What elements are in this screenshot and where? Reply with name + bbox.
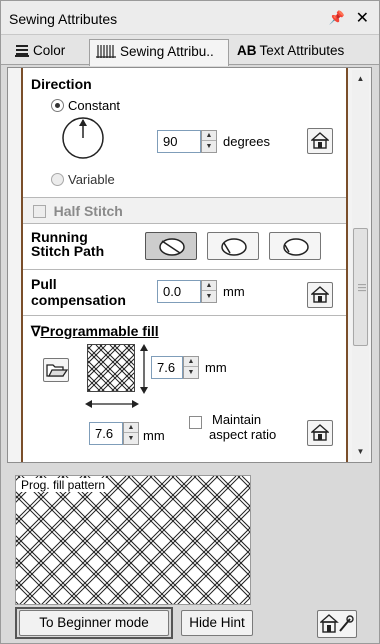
direction-constant-option[interactable]: Constant bbox=[51, 98, 120, 113]
half-stitch-label: Half Stitch bbox=[53, 203, 123, 219]
running-label-line2: Stitch Path bbox=[31, 243, 105, 259]
half-stitch-option[interactable]: Half Stitch bbox=[33, 203, 123, 219]
pull-compensation-default-button[interactable] bbox=[307, 282, 333, 308]
height-dimension-arrow-icon bbox=[138, 344, 150, 394]
path-option-1-button[interactable] bbox=[145, 232, 197, 260]
path-shape-3-icon bbox=[283, 238, 309, 256]
pin-icon[interactable]: 📌 bbox=[329, 10, 345, 26]
pull-compensation-input[interactable]: 0.0 bbox=[157, 280, 201, 303]
scroll-up-icon[interactable]: ▲ bbox=[352, 70, 369, 87]
fill-height-spinner[interactable]: ▲ ▼ bbox=[183, 356, 199, 379]
tab-bar: Color Sewing Attribu.. AB Text Attributes bbox=[1, 35, 379, 66]
maintain-aspect-label: Maintain aspect ratio bbox=[209, 412, 276, 442]
pull-label-line2: compensation bbox=[31, 292, 126, 308]
home-icon bbox=[311, 132, 329, 149]
fill-height-unit: mm bbox=[205, 360, 227, 375]
color-palette-icon bbox=[15, 44, 29, 60]
tab-sewing-attributes-label: Sewing Attribu.. bbox=[120, 44, 214, 59]
spin-down-icon[interactable]: ▼ bbox=[202, 292, 216, 302]
pull-label-line1: Pull bbox=[31, 276, 57, 292]
spin-up-icon[interactable]: ▲ bbox=[202, 281, 216, 291]
home-settings-button[interactable] bbox=[317, 610, 357, 638]
to-beginner-mode-button[interactable]: To Beginner mode bbox=[19, 610, 169, 636]
fill-size-default-button[interactable] bbox=[307, 420, 333, 446]
constant-radio[interactable] bbox=[51, 99, 64, 112]
variable-radio[interactable] bbox=[51, 173, 64, 186]
pull-compensation-unit: mm bbox=[223, 284, 245, 299]
tab-color[interactable]: Color bbox=[9, 39, 89, 65]
path-shape-2-icon bbox=[221, 238, 247, 256]
attributes-scroll-area[interactable]: Direction Constant 90 ▲ ▼ degrees Variab… bbox=[7, 67, 372, 463]
spin-up-icon[interactable]: ▲ bbox=[202, 131, 216, 141]
sewing-pattern-icon bbox=[96, 45, 116, 61]
panel-titlebar: Sewing Attributes 📌 ✕ bbox=[1, 1, 379, 35]
programmable-fill-section: ∇Programmable fill 7.6 ▲ ▼ mm 7.6 ▲ ▼ mm… bbox=[23, 316, 346, 456]
open-pattern-button[interactable] bbox=[43, 358, 69, 382]
maintain-label-line2: aspect ratio bbox=[209, 427, 277, 442]
fill-width-unit: mm bbox=[143, 428, 165, 443]
panel-title: Sewing Attributes bbox=[9, 11, 118, 27]
maintain-aspect-checkbox[interactable] bbox=[189, 416, 202, 429]
direction-angle-spinner[interactable]: ▲ ▼ bbox=[201, 130, 217, 153]
folder-open-icon bbox=[46, 364, 68, 377]
programmable-fill-heading[interactable]: ∇Programmable fill bbox=[31, 323, 159, 340]
home-icon bbox=[311, 286, 329, 303]
half-stitch-section: Half Stitch bbox=[23, 198, 346, 224]
vertical-scrollbar[interactable]: ▲ — — — ▼ bbox=[352, 70, 369, 460]
attributes-list: Direction Constant 90 ▲ ▼ degrees Variab… bbox=[21, 68, 348, 462]
direction-heading: Direction bbox=[31, 76, 92, 92]
grip-icon: — — — bbox=[358, 280, 366, 295]
variable-label: Variable bbox=[68, 172, 115, 187]
path-option-3-button[interactable] bbox=[269, 232, 321, 260]
half-stitch-checkbox[interactable] bbox=[33, 205, 46, 218]
path-option-2-button[interactable] bbox=[207, 232, 259, 260]
fill-height-input[interactable]: 7.6 bbox=[151, 356, 183, 379]
pull-compensation-section: Pull compensation 0.0 ▲ ▼ mm bbox=[23, 270, 346, 316]
scroll-thumb[interactable]: — — — bbox=[353, 228, 368, 346]
running-stitch-path-section: Running Stitch Path bbox=[23, 224, 346, 270]
pull-compensation-label: Pull compensation bbox=[31, 276, 126, 308]
fill-pattern-thumbnail bbox=[87, 344, 135, 392]
home-settings-icon bbox=[320, 614, 354, 633]
direction-unit: degrees bbox=[223, 134, 270, 149]
direction-dial[interactable] bbox=[61, 116, 105, 160]
home-icon bbox=[311, 424, 329, 441]
spin-down-icon[interactable]: ▼ bbox=[184, 368, 198, 378]
direction-default-button[interactable] bbox=[307, 128, 333, 154]
tab-color-label: Color bbox=[33, 43, 66, 58]
pull-compensation-spinner[interactable]: ▲ ▼ bbox=[201, 280, 217, 303]
maintain-label-line1: Maintain bbox=[212, 412, 262, 427]
sewing-attributes-panel: Sewing Attributes 📌 ✕ Color Sewing Attri… bbox=[0, 0, 380, 644]
spin-up-icon[interactable]: ▲ bbox=[124, 423, 138, 433]
spin-up-icon[interactable]: ▲ bbox=[184, 357, 198, 367]
spin-down-icon[interactable]: ▼ bbox=[202, 142, 216, 152]
scroll-down-icon[interactable]: ▼ bbox=[352, 443, 369, 460]
fill-width-input[interactable]: 7.6 bbox=[89, 422, 123, 445]
tab-sewing-attributes[interactable]: Sewing Attribu.. bbox=[89, 39, 229, 66]
path-shape-1-icon bbox=[159, 238, 185, 256]
collapse-arrow-icon[interactable]: ∇ bbox=[31, 323, 40, 339]
preview-caption: Prog. fill pattern bbox=[19, 478, 108, 492]
tab-text-attributes-label: Text Attributes bbox=[259, 43, 345, 58]
text-ab-icon: AB bbox=[237, 43, 257, 58]
fill-pattern-preview: Prog. fill pattern bbox=[15, 475, 251, 605]
tab-text-attributes[interactable]: AB Text Attributes bbox=[231, 39, 379, 65]
spin-down-icon[interactable]: ▼ bbox=[124, 434, 138, 444]
direction-angle-input[interactable]: 90 bbox=[157, 130, 201, 153]
running-stitch-path-label: Running Stitch Path bbox=[31, 230, 104, 258]
running-label-line1: Running bbox=[31, 229, 88, 245]
width-dimension-arrow-icon bbox=[85, 398, 139, 410]
constant-label: Constant bbox=[68, 98, 121, 113]
fill-pattern-preview-graphic bbox=[16, 476, 250, 604]
hide-hint-button[interactable]: Hide Hint bbox=[181, 610, 253, 636]
close-icon[interactable]: ✕ bbox=[356, 8, 369, 28]
direction-variable-option[interactable]: Variable bbox=[51, 172, 115, 187]
direction-section: Direction Constant 90 ▲ ▼ degrees Variab… bbox=[23, 68, 346, 198]
fill-width-spinner[interactable]: ▲ ▼ bbox=[123, 422, 139, 445]
programmable-fill-title[interactable]: Programmable fill bbox=[40, 323, 158, 339]
